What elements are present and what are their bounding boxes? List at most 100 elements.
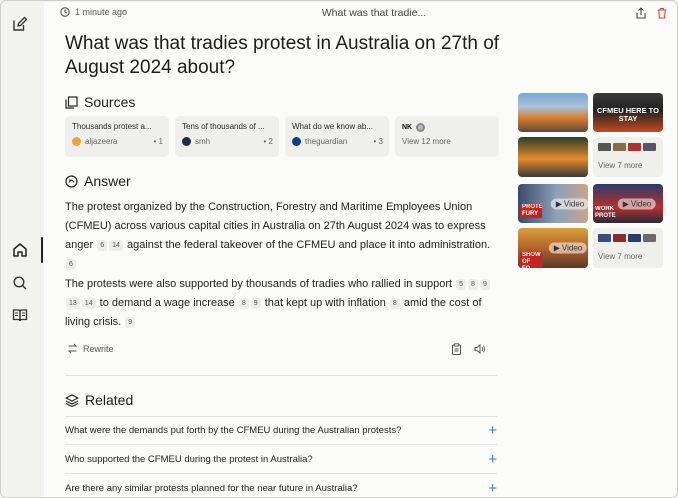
answer-paragraph-1: The protest organized by the Constructio…: [65, 198, 497, 274]
citation-badge[interactable]: 6: [66, 258, 76, 270]
answer-text: that kept up with inflation: [264, 297, 386, 309]
image-thumbnail[interactable]: CFMEU HERE TO STAY: [593, 93, 663, 132]
citation-badge[interactable]: 8: [389, 297, 400, 309]
answer-text: to demand a wage increase: [99, 297, 235, 309]
new-thread-icon[interactable]: [11, 15, 29, 33]
view-more-videos[interactable]: View 7 more: [593, 228, 663, 268]
plus-icon[interactable]: +: [488, 423, 497, 438]
source-number: 1: [158, 137, 163, 146]
related-item[interactable]: Are there any similar protests planned f…: [65, 474, 497, 497]
thumbnail-caption: SHOW OF FO: [520, 252, 542, 268]
timestamp-text: 1 minute ago: [75, 7, 128, 17]
answer-heading-text: Answer: [84, 173, 131, 189]
view-more-sources-card[interactable]: NK View 12 more: [395, 116, 499, 157]
source-title: What do we know ab...: [292, 122, 373, 131]
source-site: smh: [195, 137, 211, 146]
related-question: What were the demands put forth by the C…: [65, 424, 402, 436]
citation-badge[interactable]: 9: [125, 316, 136, 328]
related-heading-text: Related: [85, 392, 134, 408]
citation-badge[interactable]: 9: [479, 278, 490, 290]
library-icon[interactable]: [11, 306, 29, 324]
source-title: Thousands protest a...: [72, 122, 152, 131]
citation-badge[interactable]: 5: [456, 278, 467, 290]
top-bar: 1 minute ago What was that tradie...: [44, 2, 677, 26]
thumbnail-caption: PROTEST FURY: [520, 204, 542, 218]
home-icon[interactable]: [11, 241, 29, 259]
citation-badge[interactable]: 8: [468, 278, 478, 290]
source-card[interactable]: Tens of thousands of ... smh • 2: [175, 116, 279, 157]
app-window: 1 minute ago What was that tradie... Wha…: [0, 0, 678, 498]
thread-title: What was that tradie...: [321, 7, 427, 19]
abc-logo-icon: NK: [402, 124, 413, 131]
rewrite-button[interactable]: Rewrite: [67, 343, 114, 354]
play-icon: ▶: [622, 199, 629, 208]
smh-favicon-icon: [182, 137, 191, 146]
divider: [65, 375, 497, 376]
related-question: Who supported the CFMEU during the prote…: [65, 453, 313, 465]
related-heading: Related: [65, 392, 133, 408]
theguardian-favicon-icon: [292, 137, 301, 146]
answer-icon: [65, 174, 78, 188]
video-thumbnail[interactable]: PROTEST FURY ▶Video: [518, 184, 588, 223]
sources-list: Thousands protest a... aljazeera • 1 Ten…: [65, 116, 499, 157]
source-card[interactable]: Thousands protest a... aljazeera • 1: [65, 116, 169, 157]
related-item[interactable]: Who supported the CFMEU during the prote…: [65, 445, 497, 473]
play-icon: ▶: [553, 243, 560, 253]
source-number: 2: [268, 137, 273, 146]
source-card[interactable]: What do we know ab... theguardian • 3: [285, 116, 389, 157]
question-title: What was that tradies protest in Austral…: [65, 33, 500, 78]
delete-icon[interactable]: [655, 6, 669, 20]
citation-badge[interactable]: 14: [109, 239, 123, 251]
video-badge: ▶ Video: [550, 198, 588, 209]
play-icon: ▶: [555, 199, 562, 208]
thumbnail-caption: CFMEU HERE TO STAY: [597, 106, 659, 123]
source-number: 3: [378, 137, 383, 146]
aljazeera-favicon-icon: [72, 137, 81, 146]
related-item[interactable]: What were the demands put forth by the C…: [65, 416, 497, 444]
main-panel: 1 minute ago What was that tradie... Wha…: [44, 2, 677, 497]
video-badge: ▶ Video: [617, 198, 657, 209]
rewrite-label: Rewrite: [83, 343, 114, 354]
share-icon[interactable]: [634, 6, 648, 20]
search-icon[interactable]: [11, 274, 29, 292]
thumbnail-caption: WORK PROTE: [595, 206, 616, 219]
source-site: aljazeera: [85, 137, 118, 146]
image-thumbnail[interactable]: [518, 137, 588, 177]
video-thumbnail[interactable]: SHOW OF FO ▶Video: [518, 228, 588, 268]
sources-heading-text: Sources: [84, 94, 136, 110]
clock-icon: [60, 7, 70, 17]
rewrite-icon: [67, 343, 78, 354]
citation-badge[interactable]: 8: [238, 297, 249, 309]
copy-icon[interactable]: [450, 343, 462, 355]
sidebar: [1, 1, 43, 497]
image-thumbnail[interactable]: [518, 93, 588, 132]
view-more-videos-label: View 7 more: [598, 252, 643, 261]
answer-paragraph-2: The protests were also supported by thou…: [65, 275, 497, 332]
sources-heading: Sources: [65, 94, 135, 110]
source-favicon-icon: [416, 123, 426, 132]
citation-badge[interactable]: 14: [81, 297, 96, 309]
answer-text: against the federal takeover of the CFME…: [126, 239, 491, 251]
sources-icon: [65, 95, 78, 109]
citation-badge[interactable]: 13: [66, 297, 80, 309]
view-more-label: View 12 more: [402, 137, 451, 146]
citation-badge[interactable]: 6: [97, 239, 108, 251]
plus-icon[interactable]: +: [488, 452, 497, 467]
citation-badge[interactable]: 9: [250, 297, 261, 309]
read-aloud-icon[interactable]: [474, 343, 486, 355]
active-indicator: [41, 237, 43, 263]
video-thumbnail[interactable]: WORK PROTE ▶ Video: [593, 184, 663, 223]
view-more-images[interactable]: View 7 more: [593, 137, 663, 177]
video-label: Video: [630, 199, 652, 208]
answer-text: The protests were also supported by thou…: [65, 278, 453, 290]
video-badge: ▶ Video: [548, 242, 588, 254]
answer-heading: Answer: [65, 173, 131, 189]
view-more-images-label: View 7 more: [598, 161, 643, 170]
source-title: Tens of thousands of ...: [182, 122, 265, 131]
video-label: Video: [563, 199, 585, 208]
video-label: Video: [561, 243, 583, 253]
source-site: theguardian: [305, 137, 348, 146]
timestamp: 1 minute ago: [60, 7, 127, 17]
plus-icon[interactable]: +: [488, 481, 497, 496]
related-question: Are there any similar protests planned f…: [65, 482, 358, 494]
